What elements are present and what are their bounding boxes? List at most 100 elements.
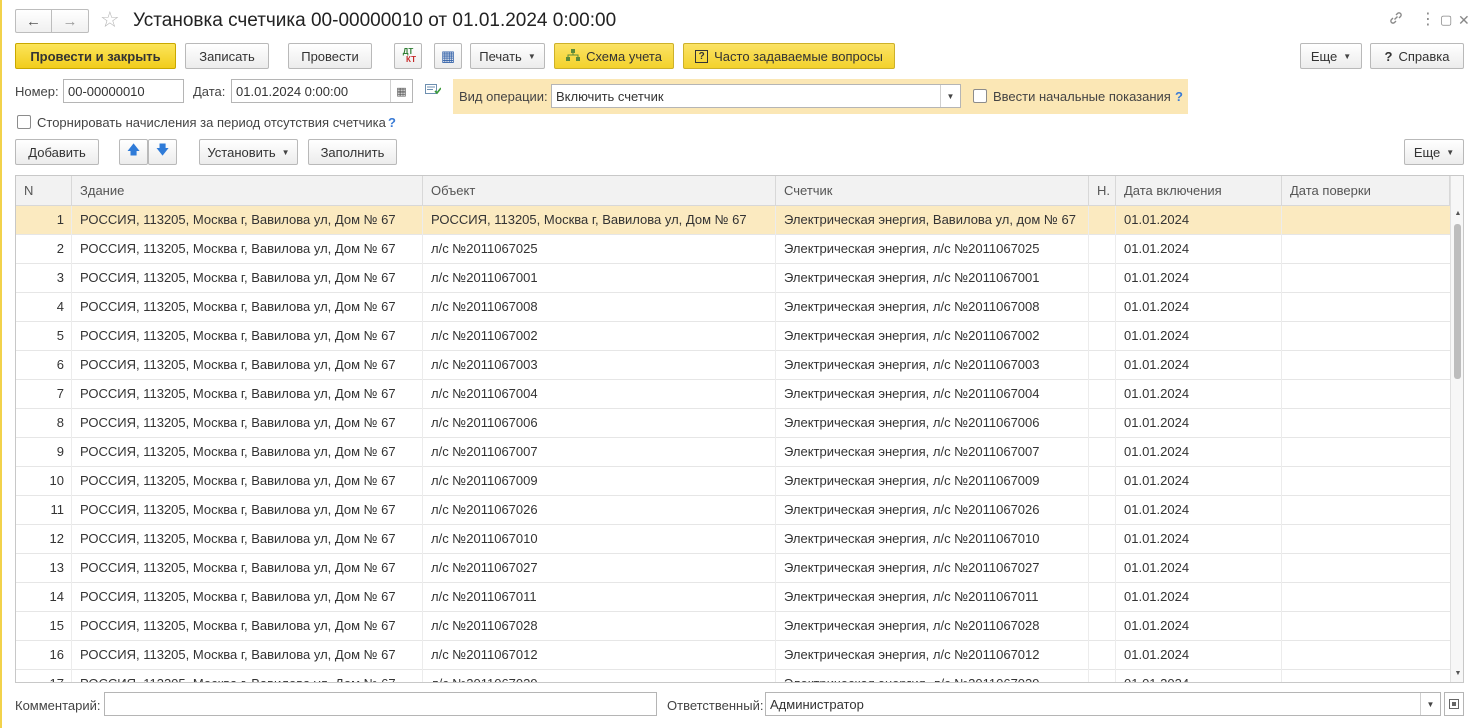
help-button[interactable]: ? Справка: [1370, 43, 1464, 69]
number-value: 00-00000010: [68, 83, 145, 99]
cell-num: 8: [56, 415, 64, 430]
maximize-icon[interactable]: ▢: [1440, 10, 1452, 30]
date-field[interactable]: 01.01.2024 0:00:00 ▦: [231, 79, 413, 103]
cell-check-date: [1282, 409, 1450, 437]
table-row[interactable]: 5 РОССИЯ, 113205, Москва г, Вавилова ул, …: [16, 322, 1450, 351]
table-row[interactable]: 6 РОССИЯ, 113205, Москва г, Вавилова ул, …: [16, 351, 1450, 380]
column-header-check-date[interactable]: Дата поверки: [1282, 176, 1450, 206]
fill-button[interactable]: Заполнить: [308, 139, 397, 165]
cell-object: л/с №2011067010: [431, 531, 538, 546]
caret-down-icon: ▼: [281, 147, 290, 157]
accounting-schema-button[interactable]: Схема учета: [554, 43, 674, 69]
cell-n: [1089, 235, 1116, 263]
table-row[interactable]: 13 РОССИЯ, 113205, Москва г, Вавилова ул,…: [16, 554, 1450, 583]
column-header-object[interactable]: Объект: [423, 176, 776, 206]
print-button[interactable]: Печать ▼: [470, 43, 545, 69]
table-row[interactable]: 8 РОССИЯ, 113205, Москва г, Вавилова ул, …: [16, 409, 1450, 438]
faq-button[interactable]: ? Часто задаваемые вопросы: [683, 43, 895, 69]
move-up-button[interactable]: 🡅: [119, 139, 148, 165]
scroll-up-icon[interactable]: ▲: [1451, 206, 1463, 220]
structure-button[interactable]: ▦: [434, 43, 462, 69]
cell-building: РОССИЯ, 113205, Москва г, Вавилова ул, Д…: [80, 386, 396, 401]
close-icon[interactable]: ✕: [1458, 10, 1470, 30]
cell-num: 14: [49, 589, 64, 604]
cell-num: 5: [56, 328, 64, 343]
table-row[interactable]: 14 РОССИЯ, 113205, Москва г, Вавилова ул,…: [16, 583, 1450, 612]
favorite-star-icon[interactable]: ☆: [100, 8, 120, 32]
caret-down-icon: ▼: [527, 51, 536, 61]
add-row-button[interactable]: Добавить: [15, 139, 99, 165]
comment-label: Комментарий:: [15, 698, 101, 713]
table-more-button[interactable]: Еще ▼: [1404, 139, 1464, 165]
column-header-enable-date[interactable]: Дата включения: [1116, 176, 1282, 206]
column-header-n[interactable]: Н.: [1089, 176, 1116, 206]
cell-object: РОССИЯ, 113205, Москва г, Вавилова ул, Д…: [431, 212, 747, 227]
dt-kt-button[interactable]: ДТ КТ: [394, 43, 422, 69]
column-divider: [1115, 206, 1116, 682]
responsible-field[interactable]: Администратор ▼: [765, 692, 1441, 716]
cell-enable-date: 01.01.2024: [1124, 589, 1190, 604]
storno-help-icon[interactable]: ?: [388, 115, 396, 130]
table-row[interactable]: 17РОССИЯ, 113205, Москва г, Вавилова ул,…: [16, 670, 1450, 682]
cell-check-date: [1282, 380, 1450, 408]
comment-field[interactable]: [104, 692, 657, 716]
cell-n: [1089, 467, 1116, 495]
post-and-close-button[interactable]: Провести и закрыть: [15, 43, 176, 69]
table-row[interactable]: 7 РОССИЯ, 113205, Москва г, Вавилова ул, …: [16, 380, 1450, 409]
arrow-left-icon: ←: [26, 12, 41, 30]
table-row[interactable]: 2 РОССИЯ, 113205, Москва г, Вавилова ул, …: [16, 235, 1450, 264]
table-row[interactable]: 1 РОССИЯ, 113205, Москва г, Вавилова ул, …: [16, 206, 1450, 235]
scroll-down-icon[interactable]: ▼: [1451, 666, 1463, 680]
number-field[interactable]: 00-00000010: [63, 79, 184, 103]
cell-object: л/с №2011067029: [423, 670, 776, 682]
initial-readings-help-icon[interactable]: ?: [1175, 89, 1183, 104]
cell-num: 11: [50, 502, 65, 517]
scroll-thumb[interactable]: [1454, 224, 1461, 379]
cell-object: л/с №2011067008: [431, 299, 538, 314]
arrow-down-icon: 🡇: [155, 142, 170, 157]
post-check-icon[interactable]: [425, 82, 442, 99]
vertical-scrollbar[interactable]: ▲ ▼: [1450, 176, 1463, 682]
set-button[interactable]: Установить ▼: [199, 139, 298, 165]
table-row[interactable]: 12 РОССИЯ, 113205, Москва г, Вавилова ул,…: [16, 525, 1450, 554]
more-button[interactable]: Еще ▼: [1300, 43, 1362, 69]
cell-meter: Электрическая энергия, л/с №2011067009: [784, 473, 1040, 488]
responsible-value: Администратор: [770, 696, 864, 712]
table-row[interactable]: 10 РОССИЯ, 113205, Москва г, Вавилова ул,…: [16, 467, 1450, 496]
table-row[interactable]: 3 РОССИЯ, 113205, Москва г, Вавилова ул, …: [16, 264, 1450, 293]
chevron-down-icon[interactable]: ▼: [940, 85, 960, 107]
schema-icon: [566, 48, 581, 64]
storno-checkbox[interactable]: [17, 115, 31, 129]
more-vertical-icon[interactable]: ⋮: [1420, 10, 1436, 30]
column-divider: [1281, 206, 1282, 682]
table-row[interactable]: 11 РОССИЯ, 113205, Москва г, Вавилова ул,…: [16, 496, 1450, 525]
cell-n: [1089, 496, 1116, 524]
cell-n: [1089, 206, 1116, 234]
meters-table: N Здание Объект Счетчик Н. Дата включения Дата…: [15, 175, 1464, 683]
column-header-meter[interactable]: Счетчик: [776, 176, 1089, 206]
column-header-num[interactable]: N: [16, 176, 72, 206]
initial-readings-checkbox[interactable]: [973, 89, 987, 103]
initial-readings-label: Ввести начальные показания: [993, 89, 1171, 104]
table-row[interactable]: 9 РОССИЯ, 113205, Москва г, Вавилова ул, …: [16, 438, 1450, 467]
operation-select[interactable]: Включить счетчик ▼: [551, 84, 961, 108]
chevron-down-icon[interactable]: ▼: [1420, 693, 1440, 715]
column-header-building[interactable]: Здание: [72, 176, 423, 206]
table-header: N Здание Объект Счетчик Н. Дата включения Дата…: [16, 176, 1450, 206]
cell-enable-date: 01.01.2024: [1124, 299, 1190, 314]
cell-check-date: [1282, 670, 1450, 682]
calendar-icon[interactable]: ▦: [390, 80, 412, 102]
table-row[interactable]: 15 РОССИЯ, 113205, Москва г, Вавилова ул,…: [16, 612, 1450, 641]
save-label: Записать: [199, 48, 255, 64]
back-button[interactable]: ←: [16, 10, 52, 32]
table-row[interactable]: 4 РОССИЯ, 113205, Москва г, Вавилова ул, …: [16, 293, 1450, 322]
open-responsible-icon[interactable]: [1444, 692, 1464, 716]
forward-button[interactable]: →: [52, 10, 88, 32]
cell-n: [1089, 264, 1116, 292]
save-button[interactable]: Записать: [185, 43, 269, 69]
post-button[interactable]: Провести: [288, 43, 372, 69]
move-down-button[interactable]: 🡇: [148, 139, 177, 165]
cell-num: 16: [49, 647, 64, 662]
table-row[interactable]: 16 РОССИЯ, 113205, Москва г, Вавилова ул,…: [16, 641, 1450, 670]
link-icon[interactable]: [1388, 10, 1404, 32]
